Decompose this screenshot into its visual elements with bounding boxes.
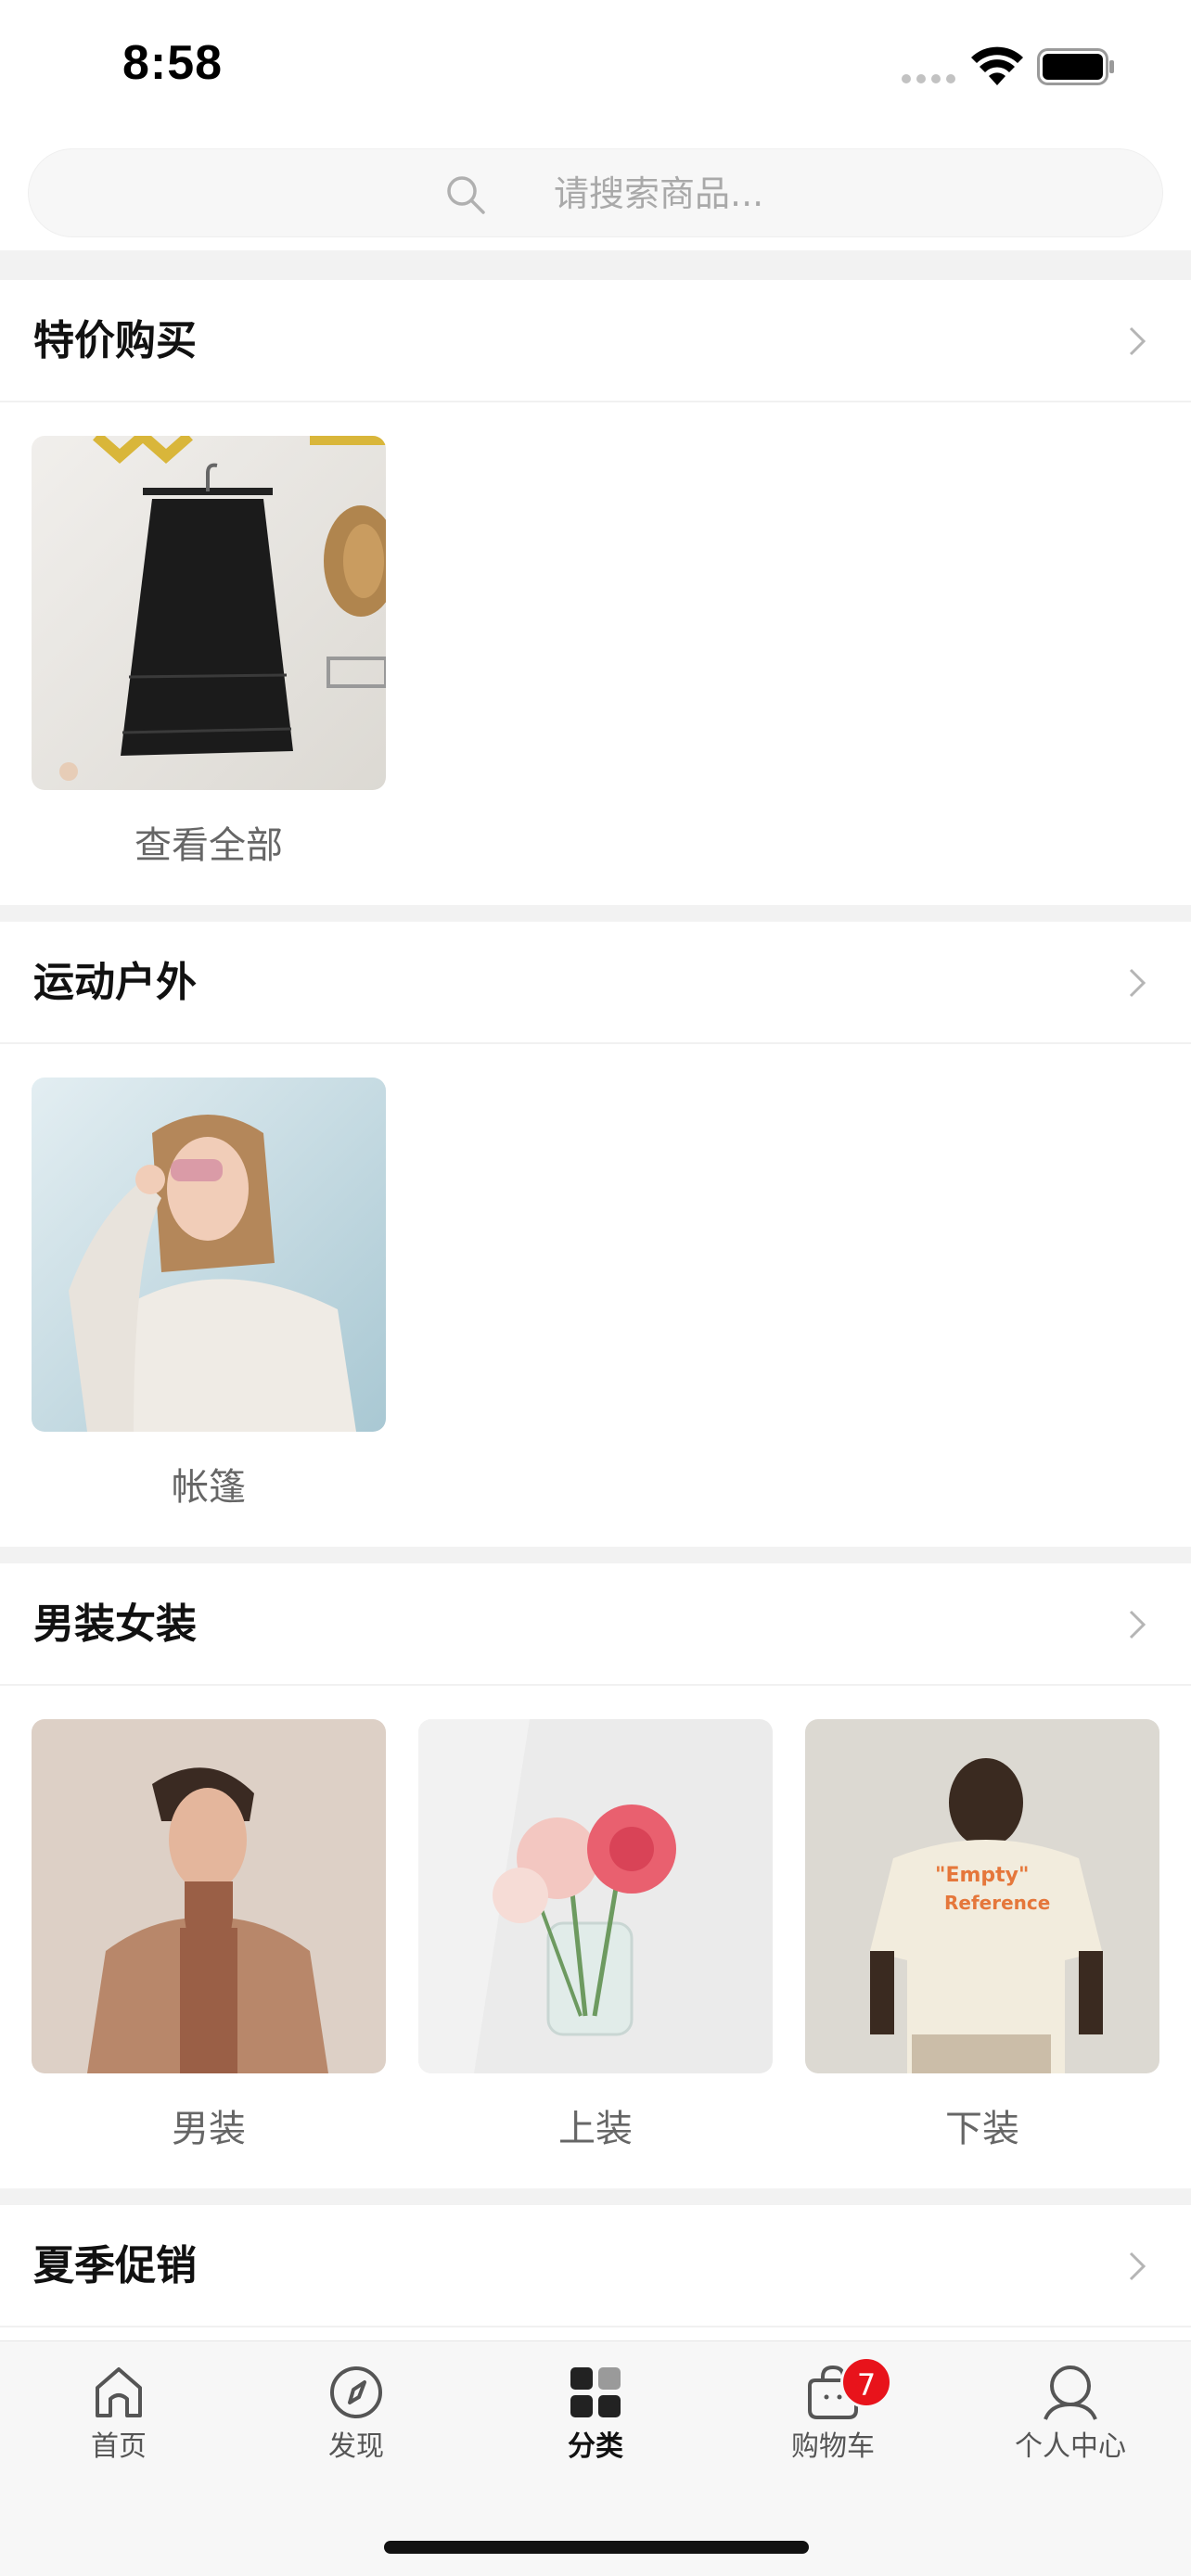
wifi-icon bbox=[971, 46, 1023, 85]
cellular-signal-icon bbox=[902, 74, 957, 87]
tab-home[interactable]: 首页 bbox=[26, 2362, 211, 2482]
section-header[interactable]: 男装女装 bbox=[0, 1563, 1191, 1686]
product-image-tshirt-man: "Empty" Reference bbox=[805, 1719, 1159, 2073]
tab-discover[interactable]: 发现 bbox=[263, 2362, 449, 2482]
chevron-right-icon bbox=[1129, 968, 1146, 998]
tab-category[interactable]: 分类 bbox=[503, 2362, 688, 2482]
product-image-flowers bbox=[418, 1719, 773, 2073]
section-sports-outdoor: 运动户外 帐篷 bbox=[0, 922, 1191, 1547]
category-card-tent[interactable]: 帐篷 bbox=[32, 1078, 386, 1510]
compass-icon bbox=[330, 2366, 382, 2418]
category-page: 8:58 请搜索商品... 特价购买 查看全部 运动户外 帐篷 男装女装 男装 … bbox=[0, 0, 1191, 2576]
section-title: 夏季促销 bbox=[33, 2242, 197, 2289]
section-special-offer: 特价购买 查看全部 bbox=[0, 280, 1191, 905]
tab-label: 发现 bbox=[328, 2430, 384, 2463]
user-icon bbox=[1044, 2366, 1097, 2420]
section-header[interactable]: 夏季促销 bbox=[0, 2205, 1191, 2327]
chevron-right-icon bbox=[1129, 326, 1146, 356]
category-label: 上装 bbox=[558, 2108, 633, 2150]
chevron-right-icon bbox=[1129, 2251, 1146, 2281]
svg-text:Reference: Reference bbox=[944, 1892, 1050, 1914]
section-menswear-womenswear: 男装女装 男装 上装 "Empty" Reference 下装 bbox=[0, 1563, 1191, 2188]
tab-label: 个人中心 bbox=[1015, 2430, 1126, 2463]
home-indicator[interactable] bbox=[384, 2541, 809, 2554]
svg-text:"Empty": "Empty" bbox=[935, 1864, 1029, 1887]
cart-badge: 7 bbox=[840, 2356, 892, 2408]
tab-label: 分类 bbox=[568, 2430, 623, 2463]
category-card-bottoms[interactable]: "Empty" Reference 下装 bbox=[805, 1719, 1159, 2151]
product-image-coat-man bbox=[32, 1719, 386, 2073]
category-label: 下装 bbox=[945, 2108, 1019, 2150]
product-image-skirt bbox=[32, 436, 386, 790]
tab-profile[interactable]: 个人中心 bbox=[978, 2362, 1163, 2482]
tab-label: 购物车 bbox=[791, 2430, 875, 2463]
category-label: 男装 bbox=[172, 2108, 246, 2150]
section-title: 男装女装 bbox=[33, 1600, 197, 1648]
search-placeholder: 请搜索商品... bbox=[554, 173, 764, 214]
tab-label: 首页 bbox=[91, 2430, 147, 2463]
category-grid-icon bbox=[570, 2367, 621, 2417]
search-bar-container: 请搜索商品... bbox=[0, 139, 1191, 250]
section-header[interactable]: 运动户外 bbox=[0, 922, 1191, 1044]
status-bar: 8:58 bbox=[0, 0, 1191, 139]
search-input[interactable]: 请搜索商品... bbox=[28, 148, 1163, 237]
tab-cart[interactable]: 7 购物车 bbox=[740, 2356, 926, 2482]
section-summer-sale: 夏季促销 bbox=[0, 2205, 1191, 2340]
section-title: 运动户外 bbox=[33, 959, 197, 1006]
battery-icon bbox=[1037, 48, 1114, 85]
status-time: 8:58 bbox=[122, 36, 224, 90]
section-title: 特价购买 bbox=[33, 317, 197, 364]
category-card-menswear[interactable]: 男装 bbox=[32, 1719, 386, 2151]
search-icon bbox=[447, 176, 485, 214]
category-card-tops[interactable]: 上装 bbox=[418, 1719, 773, 2151]
product-image-sweater-woman bbox=[32, 1078, 386, 1432]
category-label: 帐篷 bbox=[172, 1466, 246, 1509]
chevron-right-icon bbox=[1129, 1610, 1146, 1639]
home-icon bbox=[96, 2367, 142, 2417]
category-card-view-all[interactable]: 查看全部 bbox=[32, 436, 386, 868]
category-label: 查看全部 bbox=[134, 824, 283, 867]
section-header[interactable]: 特价购买 bbox=[0, 280, 1191, 402]
